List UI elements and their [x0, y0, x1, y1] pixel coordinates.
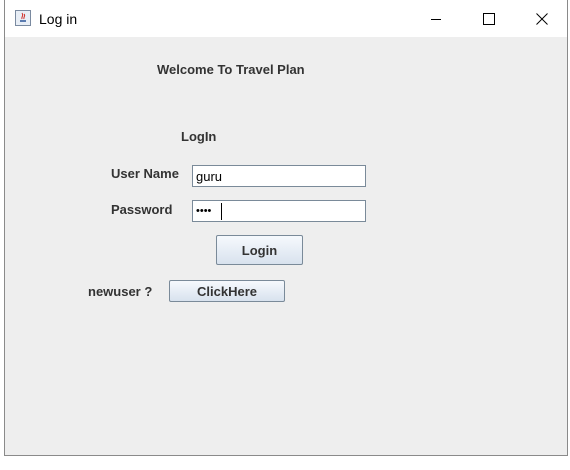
login-button[interactable]: Login [216, 235, 303, 265]
maximize-button[interactable] [466, 0, 512, 37]
minimize-icon [431, 18, 441, 20]
close-button[interactable] [519, 0, 565, 37]
username-label: User Name [111, 166, 179, 181]
title-bar: Log in [5, 0, 567, 37]
form-panel: Welcome To Travel Plan LogIn User Name P… [5, 37, 567, 456]
click-here-button[interactable]: ClickHere [169, 280, 285, 302]
login-window: Log in Welcome To Travel Plan LogIn User… [4, 0, 568, 456]
text-caret [221, 203, 222, 220]
welcome-text: Welcome To Travel Plan [157, 62, 305, 77]
close-icon [536, 12, 548, 25]
minimize-button[interactable] [413, 0, 459, 37]
password-label: Password [111, 202, 173, 217]
username-field[interactable] [192, 165, 366, 187]
window-title: Log in [39, 11, 78, 27]
maximize-icon [483, 12, 495, 25]
password-field[interactable] [192, 200, 366, 222]
java-app-icon [15, 10, 31, 26]
new-user-label: newuser ? [88, 284, 153, 299]
login-heading: LogIn [181, 129, 217, 144]
